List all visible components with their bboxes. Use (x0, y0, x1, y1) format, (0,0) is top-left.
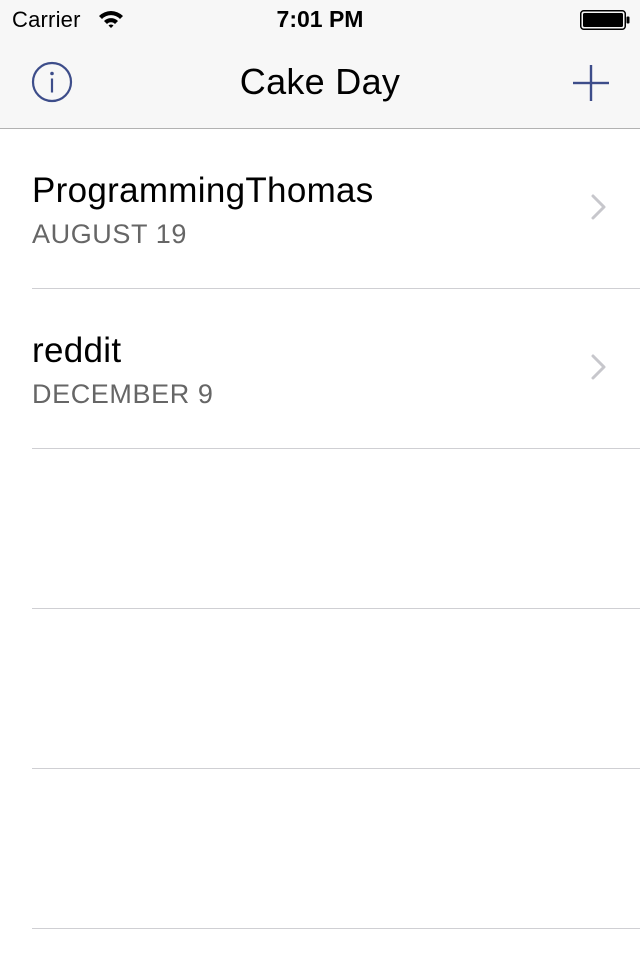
empty-row (32, 769, 640, 929)
list-item-date: DECEMBER 9 (32, 379, 214, 409)
page-title: Cake Day (239, 61, 401, 102)
battery-full-icon (580, 10, 630, 30)
list-item-name: ProgrammingThomas (32, 171, 374, 210)
list-item[interactable]: ProgrammingThomas AUGUST 19 (32, 129, 640, 289)
empty-row (32, 609, 640, 769)
cake-day-list: ProgrammingThomas AUGUST 19 reddit DECEM… (0, 129, 640, 929)
list-item-date: AUGUST 19 (32, 219, 187, 249)
list-item-name: reddit (32, 331, 122, 370)
chevron-right-icon (591, 194, 606, 220)
plus-icon (573, 65, 609, 101)
navigation-bar: Cake Day (0, 40, 640, 129)
chevron-right-icon (591, 354, 606, 380)
add-button[interactable] (570, 62, 612, 104)
status-time: 7:01 PM (276, 6, 364, 32)
empty-row (32, 449, 640, 609)
status-bar: Carrier 7:01 PM (0, 0, 640, 40)
list-item[interactable]: reddit DECEMBER 9 (32, 289, 640, 449)
